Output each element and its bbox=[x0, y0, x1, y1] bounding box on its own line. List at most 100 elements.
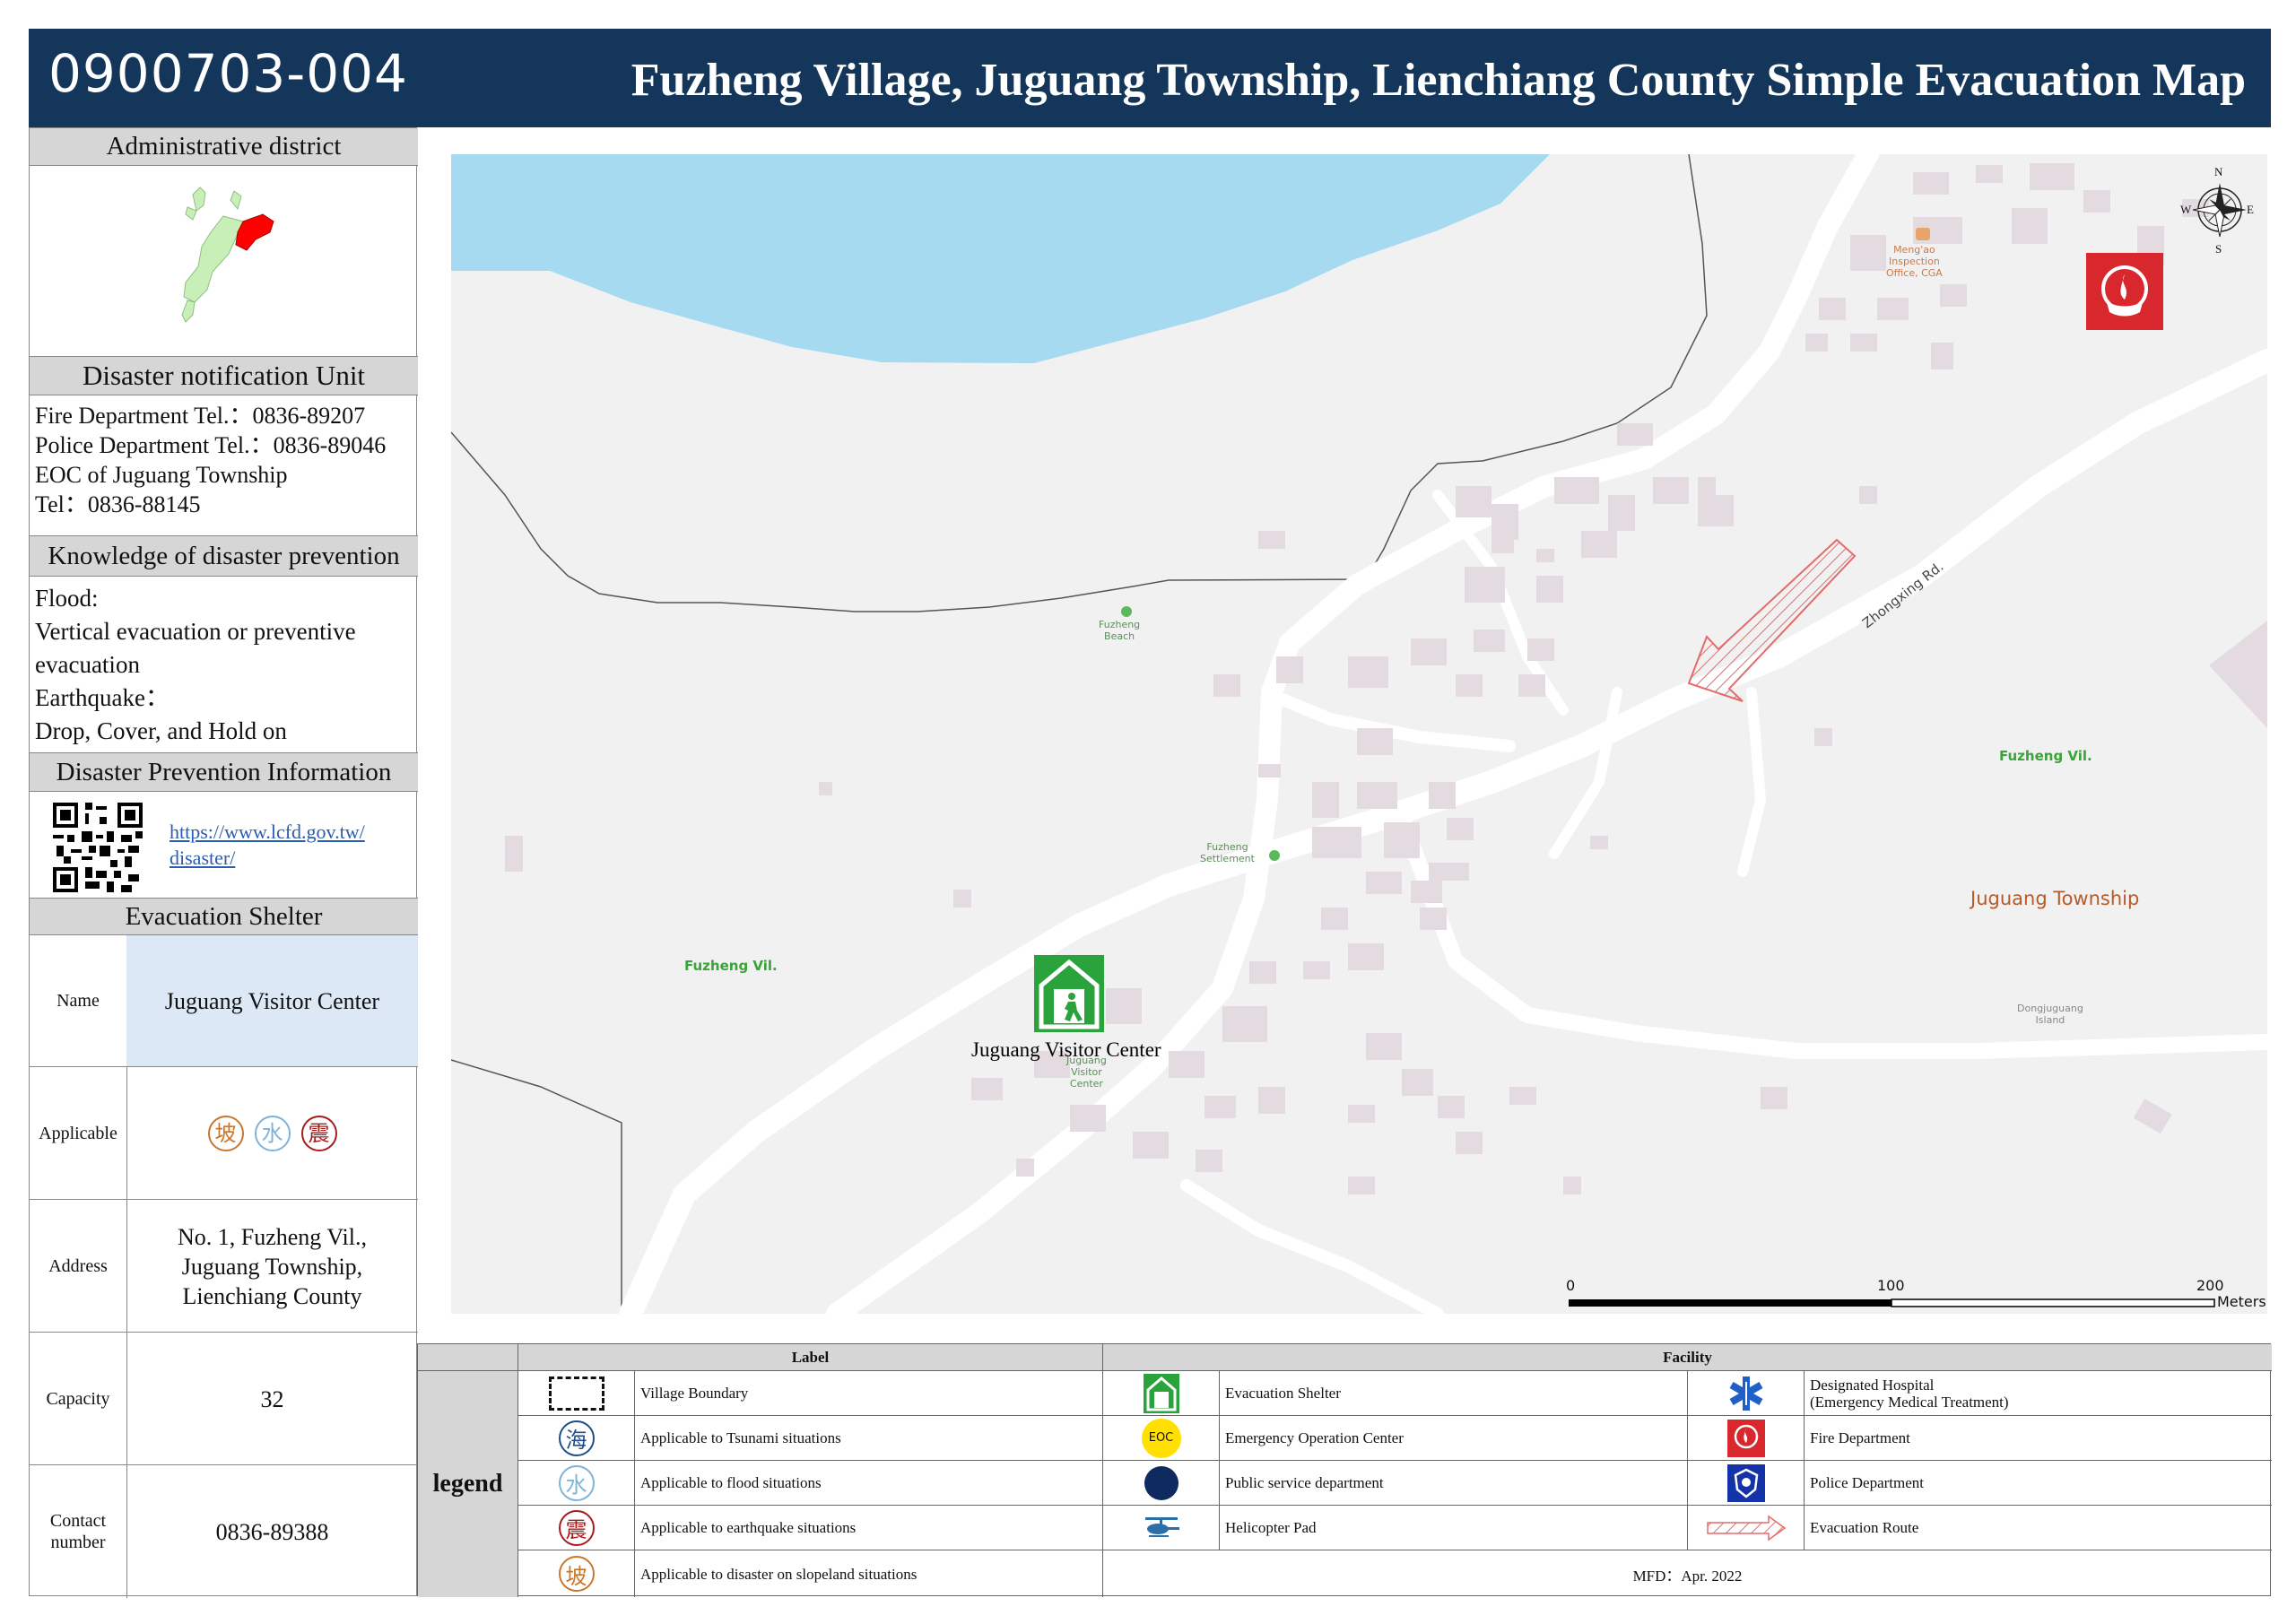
fire-department-marker[interactable] bbox=[2086, 253, 2163, 330]
legend-icon-cell bbox=[1688, 1506, 1805, 1550]
legend-icon-cell: 水 bbox=[518, 1461, 635, 1506]
inspection-office-icon bbox=[1916, 228, 1930, 240]
slopeland-icon: 坡 bbox=[558, 1556, 595, 1592]
legend-facility-text: Helicopter Pad bbox=[1220, 1506, 1688, 1550]
knowledge-body: Flood: Vertical evacuation or preventive… bbox=[30, 577, 418, 752]
dongjuguang-island-label: Dongjuguang Island bbox=[2017, 1003, 2083, 1026]
eoc-tel: Tel：0836-88145 bbox=[35, 491, 201, 517]
shelter-address-label: Address bbox=[30, 1200, 127, 1333]
beach-label-line: Beach bbox=[1104, 630, 1135, 642]
knowledge-title: Knowledge of disaster prevention bbox=[30, 535, 418, 577]
shelter-name-label: Name bbox=[30, 935, 127, 1066]
helicopter-icon bbox=[1144, 1516, 1179, 1537]
legend-title: legend bbox=[418, 1371, 518, 1597]
legend-icon-cell bbox=[1688, 1416, 1805, 1461]
legend-label-text: Village Boundary bbox=[635, 1371, 1103, 1416]
address-line: No. 1, Fuzheng Vil., bbox=[177, 1223, 367, 1250]
legend-label-header: Label bbox=[518, 1344, 1103, 1371]
address-line: Lienchiang County bbox=[182, 1282, 362, 1309]
shelter-table: Name Juguang Visitor Center Applicable 坡… bbox=[30, 935, 418, 1598]
flood-icon: 水 bbox=[254, 1116, 291, 1151]
scale-label-200: 200 bbox=[2196, 1277, 2224, 1294]
legend-icon-cell: 震 bbox=[518, 1506, 635, 1550]
shelter-capacity-value: 32 bbox=[260, 1385, 284, 1412]
settlement-poi-icon bbox=[1269, 850, 1280, 861]
legend-corner bbox=[418, 1344, 518, 1371]
shelter-contact-row: Contact number 0836-89388 bbox=[30, 1464, 418, 1598]
shelter-capacity-label: Capacity bbox=[30, 1333, 127, 1465]
compass-w: W bbox=[2180, 203, 2192, 216]
shelter-contact-label: Contact number bbox=[30, 1465, 127, 1598]
shelter-title: Evacuation Shelter bbox=[30, 898, 418, 935]
beach-label-line: Fuzheng bbox=[1099, 619, 1141, 630]
info-body: https://www.lcfd.gov.tw/ disaster/ bbox=[30, 792, 418, 898]
legend-footer: MFD：Apr. 2022 bbox=[1632, 1567, 1743, 1585]
district-locator-icon bbox=[181, 187, 274, 323]
police-department-icon bbox=[1726, 1463, 1765, 1502]
admin-district-map bbox=[30, 166, 418, 356]
shelter-address-value: No. 1, Fuzheng Vil., Juguang Township, L… bbox=[126, 1200, 418, 1333]
compass-n: N bbox=[2214, 165, 2223, 178]
hospital-icon bbox=[1729, 1376, 1762, 1411]
map-canvas bbox=[451, 154, 2267, 1314]
shelter-capacity-row: Capacity 32 bbox=[30, 1332, 418, 1465]
settlement-label-line: Fuzheng bbox=[1206, 841, 1248, 853]
island-label-line: Dongjuguang bbox=[2017, 1003, 2083, 1014]
mengao-label-line: Inspection bbox=[1889, 256, 1940, 267]
eoc-name: EOC of Juguang Township bbox=[35, 462, 288, 488]
fire-department-icon bbox=[1726, 1419, 1765, 1457]
legend-icon-cell: EOC bbox=[1103, 1416, 1220, 1461]
map-title: Fuzheng Village, Juguang Township, Lienc… bbox=[631, 55, 2246, 106]
shelter-contact-value: 0836-89388 bbox=[215, 1518, 329, 1545]
info-link[interactable]: https://www.lcfd.gov.tw/ disaster/ bbox=[170, 819, 365, 871]
legend-facility-text: Police Department bbox=[1805, 1461, 2272, 1506]
hospital-text-line: Designated Hospital bbox=[1810, 1376, 1935, 1394]
scale-bar bbox=[1569, 1298, 2215, 1307]
fuzheng-settlement-label: Fuzheng Settlement bbox=[1200, 841, 1255, 864]
village-label-west: Fuzheng Vil. bbox=[684, 958, 778, 974]
shelter-applicable-label: Applicable bbox=[30, 1067, 127, 1200]
eoc-icon: EOC bbox=[1141, 1418, 1181, 1458]
shelter-address-row: Address No. 1, Fuzheng Vil., Juguang Tow… bbox=[30, 1199, 418, 1333]
legend-facility-text: Public service department bbox=[1220, 1461, 1688, 1506]
legend-facility-text: Emergency Operation Center bbox=[1220, 1416, 1688, 1461]
earthquake-icon: 震 bbox=[300, 1116, 337, 1151]
info-link-line-1[interactable]: https://www.lcfd.gov.tw/ bbox=[170, 819, 365, 845]
legend-label-text: Applicable to earthquake situations bbox=[635, 1506, 1103, 1550]
knowledge-line: evacuation bbox=[35, 651, 140, 678]
compass-s: S bbox=[2215, 242, 2222, 256]
police-tel: Police Department Tel.：0836-89046 bbox=[35, 432, 387, 458]
shelter-map-label: Juguang Visitor Center bbox=[971, 1038, 1161, 1061]
evacuation-shelter-marker[interactable] bbox=[1034, 955, 1104, 1032]
evacuation-route-icon bbox=[1706, 1515, 1786, 1541]
scale-label-0: 0 bbox=[1566, 1277, 1576, 1294]
mengao-label-line: Meng'ao bbox=[1893, 244, 1935, 256]
visitor-label-line: Visitor bbox=[1071, 1066, 1102, 1078]
legend: legend Label Facility Village Boundary 海… bbox=[417, 1343, 2272, 1597]
visitor-label-line: Center bbox=[1069, 1078, 1103, 1090]
evacuation-shelter-icon bbox=[1143, 1373, 1179, 1413]
sea-area bbox=[451, 154, 1550, 363]
compass-e: E bbox=[2247, 203, 2254, 216]
notify-body: Fire Department Tel.：0836-89207 Police D… bbox=[30, 395, 418, 535]
info-link-line-2[interactable]: disaster/ bbox=[170, 845, 365, 871]
scale-unit: Meters bbox=[2217, 1293, 2266, 1310]
hospital-text-line: (Emergency Medical Treatment) bbox=[1810, 1393, 2009, 1411]
knowledge-line: Flood: bbox=[35, 585, 99, 612]
mengao-label-line: Office, CGA bbox=[1886, 267, 1943, 279]
legend-label-text: Applicable to disaster on slopeland situ… bbox=[635, 1550, 1103, 1597]
address-line: Juguang Township, bbox=[181, 1253, 363, 1280]
shelter-applicable-row: Applicable 坡 水 震 bbox=[30, 1066, 418, 1200]
village-boundary-line bbox=[451, 1059, 622, 1314]
contact-label-line: number bbox=[50, 1533, 106, 1552]
header-bar: 0900703-004 Fuzheng Village, Juguang Tow… bbox=[29, 29, 2271, 127]
shelter-name-value: Juguang Visitor Center bbox=[126, 935, 418, 1066]
info-panel: Administrative district Disaster notific… bbox=[29, 127, 418, 1598]
info-title: Disaster Prevention Information bbox=[30, 752, 418, 792]
legend-facility-header: Facility bbox=[1103, 1344, 2272, 1371]
legend-icon-cell: 坡 bbox=[518, 1550, 635, 1597]
village-label-east: Fuzheng Vil. bbox=[1999, 748, 2092, 764]
evacuation-map[interactable]: N S E W Meng'ao Inspection Office, CGA F… bbox=[451, 154, 2267, 1314]
legend-icon-cell bbox=[1103, 1461, 1220, 1506]
qr-code-icon[interactable] bbox=[53, 803, 143, 892]
